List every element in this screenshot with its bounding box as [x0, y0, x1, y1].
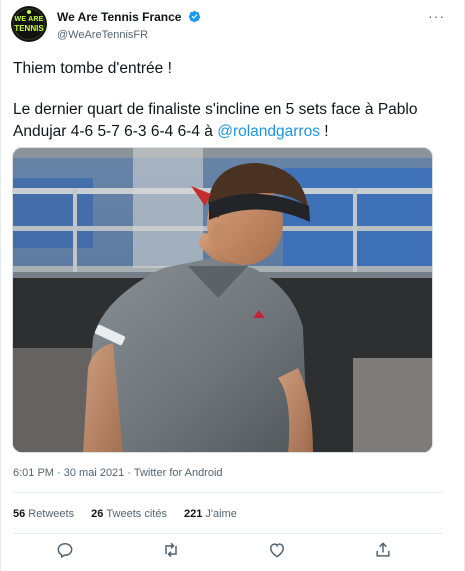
tweet-line-2-body: Le dernier quart de finaliste s'incline …	[13, 101, 418, 140]
avatar-text-line2: TENNIS	[14, 24, 44, 33]
retweets-count: 56	[13, 508, 26, 520]
tweet-line-2: Le dernier quart de finaliste s'incline …	[13, 99, 443, 143]
tweet-line-1: Thiem tombe d'entrée !	[13, 60, 172, 77]
avatar-dot	[27, 10, 31, 14]
share-icon[interactable]	[373, 540, 393, 560]
likes-count: 221	[184, 508, 203, 520]
author-names: We Are Tennis France @WeAreTennisFR	[57, 8, 201, 41]
reply-icon[interactable]	[55, 540, 75, 560]
quotes-stat[interactable]: 26 Tweets cités	[91, 508, 167, 520]
quotes-label: Tweets cités	[106, 508, 167, 520]
tweet-photo[interactable]	[12, 147, 433, 453]
tweet-text: Thiem tombe d'entrée ! Le dernier quart …	[13, 58, 443, 143]
tweet-header: WE ARE TENNIS We Are Tennis France @WeAr…	[11, 6, 451, 44]
like-icon[interactable]	[267, 540, 287, 560]
more-options-icon[interactable]: ···	[428, 8, 445, 24]
meta-separator: ·	[124, 467, 134, 479]
tweet-stats: 56 Retweets 26 Tweets cités 221 J'aime	[13, 508, 251, 520]
retweets-stat[interactable]: 56 Retweets	[13, 508, 74, 520]
divider	[13, 533, 443, 534]
tweet-actions	[1, 540, 446, 564]
likes-stat[interactable]: 221 J'aime	[184, 508, 237, 520]
tweet-line-2-end: !	[319, 123, 329, 140]
tweet-meta: 6:01 PM · 30 mai 2021 · Twitter for Andr…	[13, 467, 223, 479]
quotes-count: 26	[91, 508, 104, 520]
retweet-icon[interactable]	[161, 540, 181, 560]
retweets-label: Retweets	[28, 508, 75, 520]
tweet-source[interactable]: Twitter for Android	[134, 467, 223, 479]
tweet-date[interactable]: 30 mai 2021	[64, 467, 125, 479]
tennis-player-photo	[13, 148, 432, 452]
author-display-name[interactable]: We Are Tennis France	[57, 10, 181, 24]
tweet-time[interactable]: 6:01 PM	[13, 467, 54, 479]
author-handle[interactable]: @WeAreTennisFR	[57, 29, 201, 41]
meta-separator: ·	[53, 467, 64, 479]
tweet-card: WE ARE TENNIS We Are Tennis France @WeAr…	[0, 0, 465, 571]
divider	[13, 492, 443, 493]
avatar[interactable]: WE ARE TENNIS	[11, 6, 47, 42]
verified-badge-icon	[188, 11, 201, 23]
mention-link[interactable]: @rolandgarros	[217, 123, 320, 140]
avatar-text-line1: WE ARE	[14, 16, 44, 23]
likes-label: J'aime	[205, 508, 237, 520]
